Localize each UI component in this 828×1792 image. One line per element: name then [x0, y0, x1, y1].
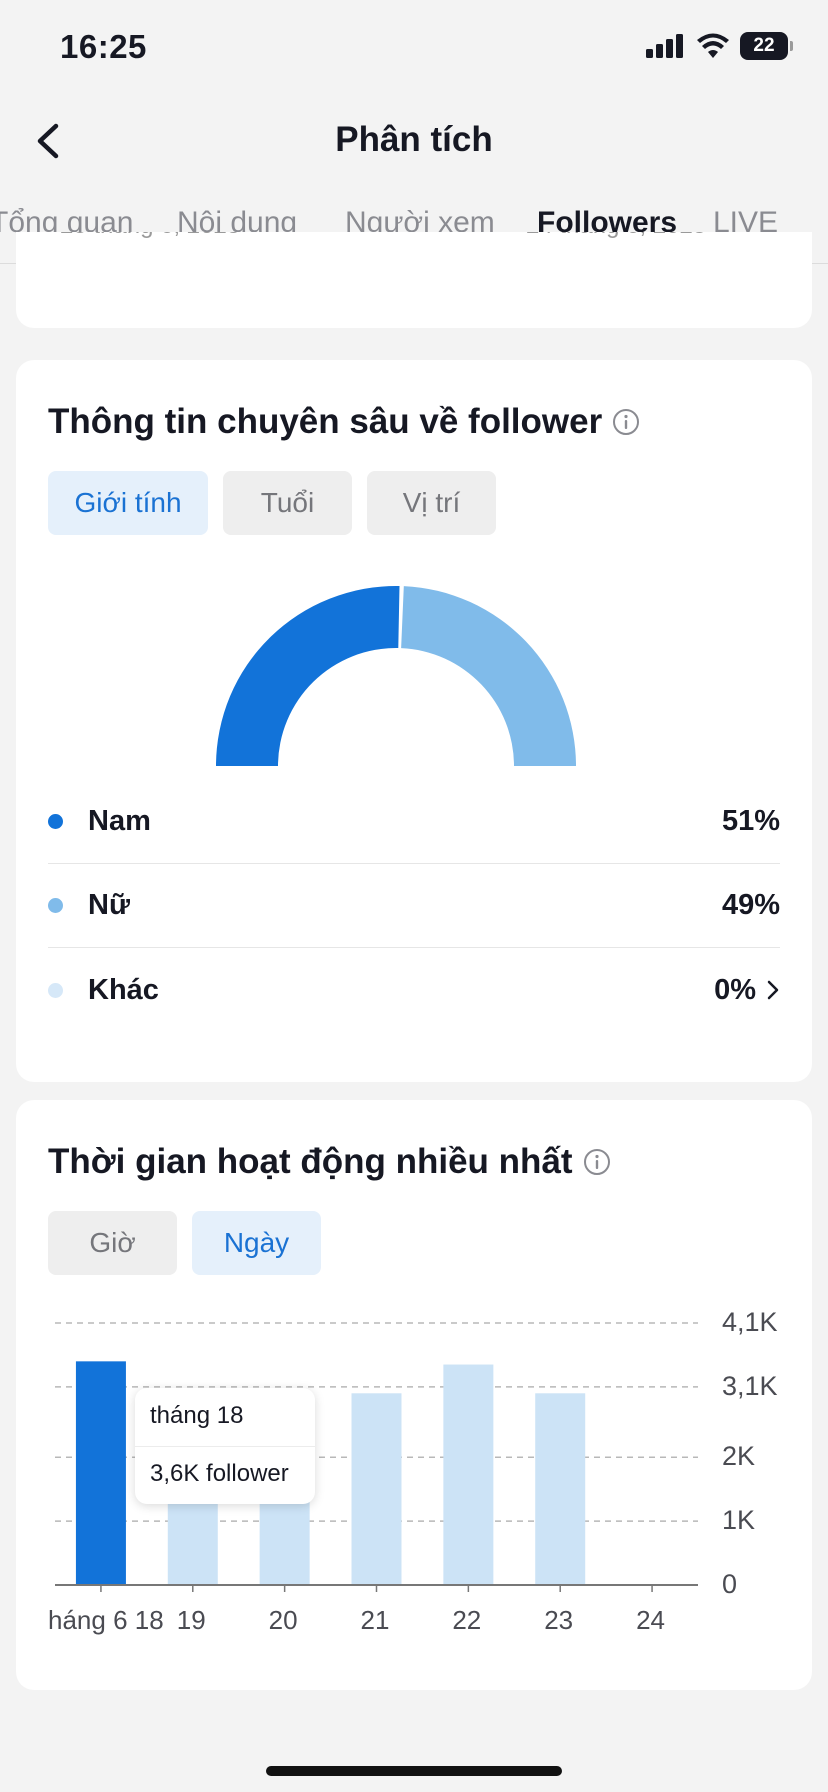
y-tick-label: 3,1K [722, 1370, 778, 1401]
activity-bar-chart [55, 1322, 698, 1592]
bar-3[interactable] [351, 1393, 402, 1585]
y-tick-label: 2K [722, 1441, 756, 1472]
x-tick-label: 21 [360, 1605, 390, 1635]
y-tick-label: 1K [722, 1505, 756, 1536]
x-tick-label: 22 [452, 1605, 482, 1635]
x-tick-label: háng 6 18 [48, 1605, 164, 1635]
home-indicator [266, 1766, 562, 1776]
y-tick-label: 0 [722, 1569, 738, 1599]
y-tick-label: 4,1K [722, 1307, 778, 1337]
x-tick-label: 23 [544, 1605, 574, 1635]
x-tick-label: 19 [176, 1605, 206, 1635]
x-tick-label: 20 [268, 1605, 298, 1635]
bar-0[interactable] [75, 1361, 126, 1585]
bar-4[interactable] [443, 1364, 494, 1585]
bar-5[interactable] [535, 1393, 586, 1585]
tooltip-value: 3,6K follower [150, 1460, 289, 1487]
bar-tooltip: tháng 18 3,6K follower [135, 1388, 315, 1504]
tooltip-divider [135, 1446, 315, 1447]
x-tick-label: 24 [636, 1605, 665, 1635]
tooltip-date: tháng 18 [150, 1402, 244, 1429]
